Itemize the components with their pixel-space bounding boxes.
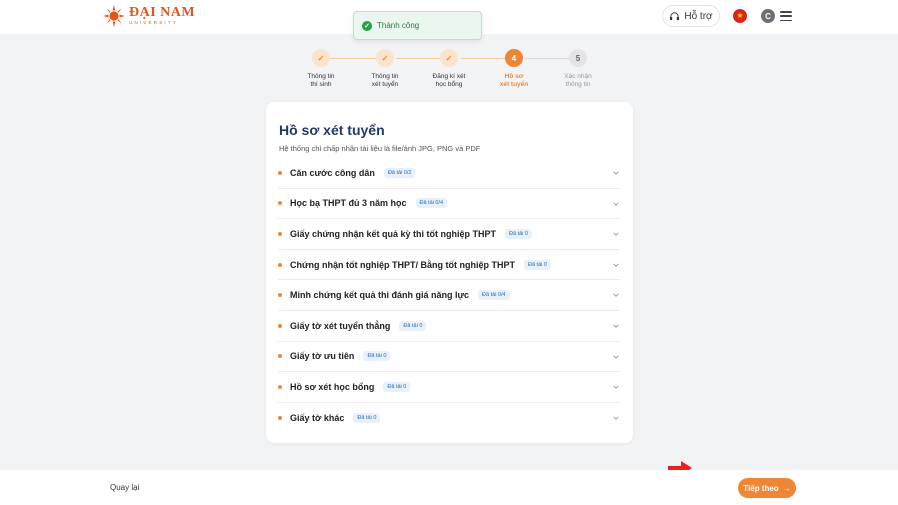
- next-button[interactable]: Tiếp theo →: [738, 478, 796, 498]
- upload-count-badge: Đã tải 0: [505, 228, 532, 239]
- upload-count-badge: Đã tải 0: [353, 413, 381, 424]
- step-label: Xác nhận: [564, 73, 592, 80]
- step-number: 4: [505, 49, 523, 67]
- support-label: Hỗ trợ: [684, 10, 713, 22]
- document-name: Giấy chứng nhận kết quả kỳ thi tốt nghiệ…: [290, 228, 497, 239]
- document-name: Giấy tờ ưu tiên: [290, 351, 355, 362]
- chevron-down-icon[interactable]: [612, 414, 620, 422]
- step-label: Thông tin: [307, 73, 335, 80]
- check-icon: ✓: [312, 49, 330, 67]
- chevron-down-icon[interactable]: [612, 230, 620, 238]
- bullet-dot: [278, 262, 282, 267]
- bullet-dot: [278, 201, 282, 206]
- check-circle-icon: ✓: [362, 20, 372, 31]
- document-item[interactable]: Minh chứng kết quả thi đánh giá năng lực…: [278, 280, 620, 311]
- document-item[interactable]: Giấy tờ xét tuyển thẳng Đã tải 0: [278, 311, 620, 342]
- chevron-down-icon[interactable]: [612, 261, 620, 269]
- document-item[interactable]: Giấy tờ khác Đã tải 0: [278, 403, 620, 434]
- chevron-down-icon[interactable]: [612, 169, 620, 177]
- page-subtitle: Hệ thống chỉ chấp nhận tài liệu là file/…: [279, 144, 481, 153]
- arrow-right-icon: →: [782, 483, 791, 493]
- document-item[interactable]: Hồ sơ xét học bổng Đã tải 0: [278, 372, 620, 403]
- step-5[interactable]: 5 Xác nhận thông tin: [548, 49, 608, 90]
- step-label: Đăng kí xét: [432, 73, 466, 80]
- step-4[interactable]: 4 Hồ sơ xét tuyển: [484, 49, 544, 90]
- brand-sub: UNIVERSITY: [129, 20, 179, 26]
- step-label: Thông tin: [371, 73, 399, 80]
- step-number: 5: [569, 49, 587, 67]
- document-item[interactable]: Căn cước công dân Đã tải 0/2: [278, 158, 620, 189]
- step-label: thí sinh: [310, 81, 332, 89]
- document-item[interactable]: Giấy tờ ưu tiên Đã tải 0: [278, 342, 620, 373]
- bullet-dot: [278, 293, 282, 298]
- documents-card: Hồ sơ xét tuyển Hệ thống chỉ chấp nhận t…: [266, 102, 633, 443]
- document-name: Chứng nhận tốt nghiệp THPT/ Bằng tốt ngh…: [290, 259, 515, 270]
- document-name: Hồ sơ xét học bổng: [290, 381, 375, 392]
- document-name: Học bạ THPT đủ 3 năm học: [290, 198, 407, 209]
- document-item[interactable]: Chứng nhận tốt nghiệp THPT/ Bằng tốt ngh…: [278, 250, 620, 281]
- document-item[interactable]: Giấy chứng nhận kết quả kỳ thi tốt nghiệ…: [278, 219, 620, 250]
- bullet-dot: [278, 170, 282, 175]
- step-3[interactable]: ✓ Đăng kí xét học bổng: [419, 49, 479, 90]
- bullet-dot: [278, 354, 282, 359]
- document-item[interactable]: Học bạ THPT đủ 3 năm học Đã tải 0/4: [278, 189, 620, 220]
- upload-count-badge: Đã tải 0: [363, 351, 391, 362]
- document-name: Giấy tờ xét tuyển thẳng: [290, 320, 391, 331]
- bullet-dot: [278, 323, 282, 328]
- chevron-down-icon[interactable]: [612, 383, 620, 391]
- support-button[interactable]: Hỗ trợ: [662, 5, 720, 27]
- progress-stepper: ✓ Thông tin thí sinh ✓ Thông tin xét tuyển…: [300, 49, 600, 94]
- document-name: Căn cước công dân: [290, 167, 375, 178]
- bullet-dot: [278, 416, 282, 421]
- check-icon: ✓: [440, 49, 458, 67]
- page-title: Hồ sơ xét tuyển: [279, 122, 385, 138]
- headset-icon: [670, 11, 680, 20]
- step-2[interactable]: ✓ Thông tin xét tuyển: [355, 49, 415, 90]
- upload-count-badge: Đã tải 0/4: [478, 290, 510, 301]
- step-label: Hồ sơ: [504, 73, 524, 80]
- upload-count-badge: Đã tải 0/4: [415, 198, 448, 209]
- chevron-down-icon[interactable]: [612, 322, 620, 330]
- menu-icon[interactable]: [780, 10, 792, 22]
- back-button[interactable]: Quay lại: [110, 483, 139, 492]
- success-toast: ✓ Thành công: [353, 11, 482, 40]
- document-list: Căn cước công dân Đã tải 0/2 Học bạ THPT…: [278, 158, 620, 433]
- check-icon: ✓: [376, 49, 394, 67]
- avatar[interactable]: C: [761, 9, 775, 23]
- chevron-down-icon[interactable]: [612, 353, 620, 361]
- brand-name: ĐẠI NAM: [129, 5, 196, 21]
- step-label: xét tuyển: [371, 81, 399, 89]
- document-name: Giấy tờ khác: [290, 413, 345, 424]
- bullet-dot: [278, 231, 282, 236]
- bullet-dot: [278, 384, 282, 389]
- step-1[interactable]: ✓ Thông tin thí sinh: [291, 49, 351, 90]
- upload-count-badge: Đã tải 0: [383, 381, 411, 392]
- step-label: học bổng: [435, 81, 463, 89]
- step-label: xét tuyển: [499, 81, 529, 89]
- next-label: Tiếp theo: [743, 483, 779, 493]
- upload-count-badge: Đã tải 0: [523, 259, 551, 270]
- logo[interactable]: ĐẠI NAM UNIVERSITY: [103, 5, 195, 27]
- chevron-down-icon[interactable]: [612, 291, 620, 299]
- vietnam-flag-icon[interactable]: ★: [733, 9, 747, 23]
- document-name: Minh chứng kết quả thi đánh giá năng lực: [290, 290, 470, 301]
- toast-message: Thành công: [377, 21, 420, 30]
- step-label: thông tin: [565, 81, 591, 89]
- upload-count-badge: Đã tải 0: [399, 320, 427, 331]
- upload-count-badge: Đã tải 0/2: [383, 167, 416, 178]
- chevron-down-icon[interactable]: [612, 200, 620, 208]
- sun-logo-icon: [103, 5, 125, 27]
